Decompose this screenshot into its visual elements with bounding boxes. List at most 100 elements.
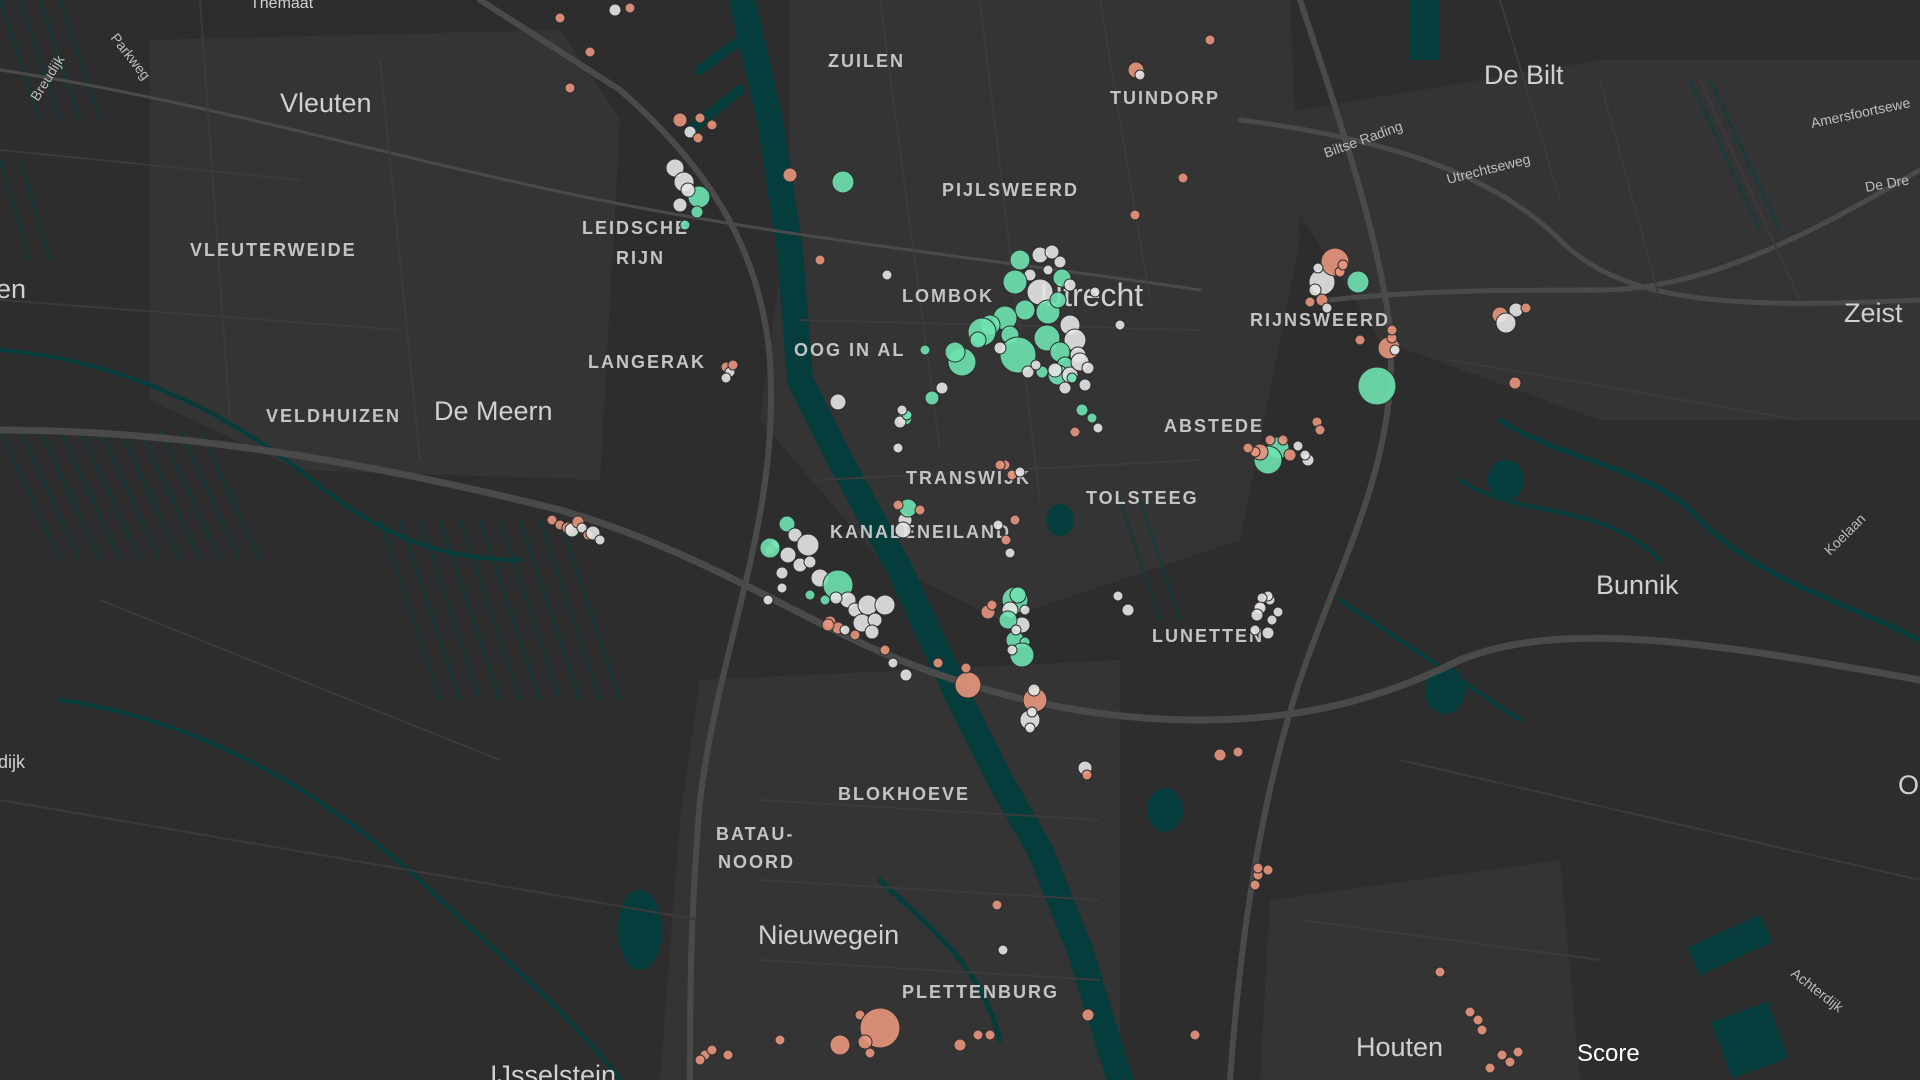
score-point[interactable] [1337,259,1349,271]
score-point[interactable] [1112,590,1124,602]
score-point[interactable] [1386,324,1398,336]
score-point[interactable] [894,521,912,539]
score-point[interactable] [1004,547,1016,559]
score-point[interactable] [821,618,835,632]
score-point[interactable] [864,624,880,640]
score-point[interactable] [881,269,893,281]
score-point[interactable] [992,519,1004,531]
score-point[interactable] [1354,334,1366,346]
score-point[interactable] [1264,434,1276,446]
score-point[interactable] [1002,269,1028,295]
score-point[interactable] [1292,440,1304,452]
score-point[interactable] [720,372,732,384]
score-point[interactable] [1009,249,1031,271]
score-point[interactable] [1081,361,1095,375]
score-point[interactable] [727,359,739,371]
score-point[interactable] [1024,722,1036,734]
score-point[interactable] [1204,34,1216,46]
score-point[interactable] [935,381,949,395]
score-point[interactable] [919,344,931,356]
score-point[interactable] [887,657,899,669]
score-point[interactable] [1357,366,1397,406]
score-point[interactable] [679,219,691,231]
score-point[interactable] [1283,448,1297,462]
score-point[interactable] [1049,291,1067,309]
score-point[interactable] [991,899,1003,911]
score-point[interactable] [796,533,820,557]
score-point[interactable] [1006,644,1018,656]
score-point[interactable] [1304,296,1316,308]
score-point[interactable] [1081,1008,1095,1022]
score-point[interactable] [829,1034,851,1056]
score-point[interactable] [914,504,926,516]
score-point[interactable] [694,112,706,124]
score-point[interactable] [1014,299,1036,321]
score-point[interactable] [1242,442,1254,454]
score-point[interactable] [1250,608,1264,622]
score-point[interactable] [1472,1014,1484,1026]
score-point[interactable] [1232,746,1244,758]
score-point[interactable] [624,2,636,14]
score-point[interactable] [1129,209,1141,221]
score-point[interactable] [672,197,688,213]
score-point[interactable] [899,668,913,682]
score-point[interactable] [892,499,904,511]
score-point[interactable] [1520,302,1532,314]
score-point[interactable] [1346,270,1370,294]
score-point[interactable] [706,119,718,131]
score-point[interactable] [1496,1049,1508,1061]
score-point[interactable] [972,1029,984,1041]
score-point[interactable] [839,624,851,636]
score-point[interactable] [706,1044,718,1056]
score-point[interactable] [1261,626,1275,640]
score-point[interactable] [1299,449,1311,461]
score-point[interactable] [1249,879,1261,891]
score-point[interactable] [857,1034,873,1050]
score-point[interactable] [775,566,789,580]
score-point[interactable] [594,534,606,546]
score-point[interactable] [672,112,688,128]
score-point[interactable] [1321,302,1333,314]
score-point[interactable] [829,591,843,605]
score-point[interactable] [690,205,704,219]
score-point[interactable] [849,629,861,641]
score-point[interactable] [1058,381,1072,395]
score-point[interactable] [969,331,987,349]
score-point[interactable] [774,1034,786,1046]
score-point[interactable] [1069,426,1081,438]
score-point[interactable] [954,671,982,699]
score-point[interactable] [1019,604,1031,616]
score-point[interactable] [1249,624,1261,636]
score-point[interactable] [960,662,972,674]
score-point[interactable] [1262,864,1274,876]
score-point[interactable] [803,555,817,569]
score-point[interactable] [994,459,1006,471]
score-point[interactable] [692,132,704,144]
score-point[interactable] [1081,769,1093,781]
score-point[interactable] [1189,1029,1201,1041]
score-point[interactable] [1047,362,1063,378]
score-point[interactable] [680,182,696,198]
score-point[interactable] [1177,172,1189,184]
score-point[interactable] [1010,624,1022,636]
score-point[interactable] [804,589,816,601]
score-point[interactable] [1027,683,1041,697]
score-point[interactable] [1495,312,1517,334]
score-point[interactable] [1114,319,1126,331]
score-point[interactable] [819,594,831,606]
score-point[interactable] [944,341,966,363]
score-point[interactable] [1508,376,1522,390]
score-point[interactable] [814,254,826,266]
score-point[interactable] [782,167,798,183]
score-point[interactable] [1026,706,1038,718]
score-point[interactable] [1121,603,1135,617]
score-point[interactable] [1312,262,1324,274]
score-point[interactable] [1075,403,1089,417]
score-point[interactable] [1504,1056,1516,1068]
map-canvas[interactable]: Themaat Vleuten VLEUTERWEIDE en ZUILEN T… [0,0,1920,1080]
score-point[interactable] [1213,748,1227,762]
score-point[interactable] [694,1054,706,1066]
score-point[interactable] [1476,1024,1488,1036]
score-point[interactable] [1277,434,1289,446]
score-point[interactable] [1512,1046,1524,1058]
